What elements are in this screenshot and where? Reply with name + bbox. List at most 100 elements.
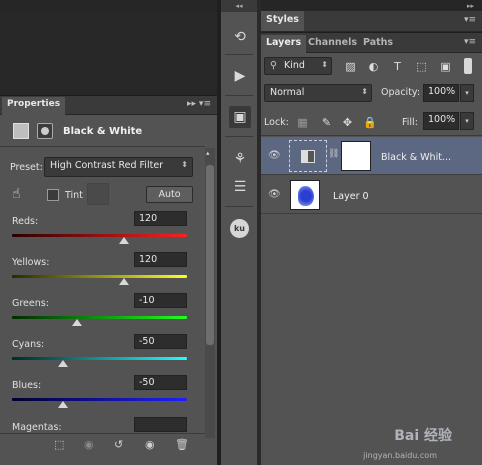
visibility-eye-icon[interactable]: ◉ [145, 438, 155, 451]
preset-select[interactable]: High Contrast Red Filter ⬍ [44, 157, 193, 177]
trash-icon[interactable]: 🗑 [175, 438, 189, 451]
blend-mode-select[interactable]: Normal ⬍ [264, 84, 372, 102]
styles-collapse-icon[interactable]: ▸▸ [467, 2, 474, 10]
slider-value-field[interactable]: 120 [134, 211, 187, 226]
panel-icon-strip: ◂◂ ⟲ ▶ ▣ ⚘ ☰ ku [221, 0, 257, 465]
plugin-ku-icon[interactable]: ku [230, 219, 249, 238]
tab-properties[interactable]: Properties [2, 97, 66, 115]
layer-row[interactable]: 👁 ⛓ Black & Whit... [261, 137, 482, 175]
divider [0, 146, 205, 147]
fill-label: Fill: [402, 117, 418, 128]
tint-label: Tint [65, 190, 83, 201]
visibility-eye-icon[interactable]: 👁 [268, 189, 281, 200]
layer-thumbnail[interactable] [290, 180, 320, 210]
slider-thumb[interactable] [119, 237, 129, 244]
filter-pixel-icon[interactable]: ▨ [344, 60, 357, 73]
baidu-watermark-logo: Bai 经验 [394, 428, 452, 444]
properties-panel-icon[interactable]: ▣ [229, 106, 251, 128]
strip-divider [225, 136, 253, 137]
layer-mask-thumbnail[interactable] [341, 141, 371, 171]
slider-thumb[interactable] [57, 360, 68, 367]
slider-thumb[interactable] [57, 401, 68, 408]
lock-transparent-icon[interactable]: ▦ [296, 116, 309, 129]
preset-label: Preset: [10, 162, 43, 173]
strip-collapse-icon[interactable]: ◂◂ [221, 0, 257, 12]
preset-value: High Contrast Red Filter [50, 160, 164, 171]
brush-presets-icon[interactable]: ⚘ [229, 148, 251, 170]
targeted-adjustment-hand-icon[interactable]: ☝ [12, 186, 21, 202]
layers-panel: Layers Channels Paths ▾≡ ⚲ Kind ⬍ ▨ ◐ T … [261, 32, 482, 465]
tab-paths[interactable]: Paths [358, 35, 398, 53]
lock-position-icon[interactable]: ✥ [341, 116, 354, 129]
slider-track[interactable] [12, 398, 187, 401]
adjustment-thumbnail[interactable] [289, 140, 327, 172]
styles-menu-icon[interactable]: ▾≡ [464, 15, 476, 25]
chevron-down-icon: ⬍ [181, 160, 188, 169]
chain-link-icon[interactable]: ⛓ [328, 149, 339, 159]
adjustment-sliders-icon[interactable]: ☰ [229, 176, 251, 198]
history-icon[interactable]: ⟲ [229, 26, 251, 48]
auto-button[interactable]: Auto [146, 186, 193, 203]
slider-value-field[interactable] [134, 417, 187, 432]
view-previous-icon[interactable]: ◉ [84, 438, 94, 451]
blue-splash-image [298, 186, 314, 206]
lock-image-icon[interactable]: ✎ [320, 116, 333, 129]
layers-tab-bar: Layers Channels Paths ▾≡ [261, 33, 482, 53]
opacity-dropdown-icon[interactable]: ▾ [460, 84, 474, 102]
filter-shape-icon[interactable]: ⬚ [415, 60, 428, 73]
filter-type-icon[interactable]: T [391, 60, 404, 73]
adjustment-icon[interactable] [13, 123, 29, 139]
visibility-eye-icon[interactable]: 👁 [268, 150, 281, 161]
filter-kind-select[interactable]: ⚲ Kind ⬍ [264, 57, 332, 75]
opacity-field[interactable]: 100% [423, 84, 459, 102]
fill-field[interactable]: 100% [423, 112, 459, 130]
slider-value-field[interactable]: -10 [134, 293, 187, 308]
tab-layers[interactable]: Layers [261, 35, 307, 53]
styles-panel-header: Styles ▾≡ ▸▸ [261, 2, 482, 31]
lock-label: Lock: [264, 117, 289, 128]
lock-all-icon[interactable]: 🔒 [363, 116, 377, 129]
slider-value-field[interactable]: -50 [134, 334, 187, 349]
tint-color-swatch[interactable] [87, 183, 109, 205]
slider-track[interactable] [12, 234, 187, 237]
tab-channels[interactable]: Channels [303, 35, 362, 53]
strip-divider [225, 206, 253, 207]
clip-to-layer-icon[interactable]: ⬚ [54, 438, 64, 451]
slider-thumb[interactable] [119, 278, 129, 285]
slider-label: Cyans: [12, 339, 45, 350]
divider [261, 135, 482, 136]
search-icon: ⚲ [270, 60, 277, 71]
slider-value-field[interactable]: -50 [134, 375, 187, 390]
slider-track[interactable] [12, 275, 187, 278]
adjustment-title: Black & White [63, 126, 143, 137]
slider-label: Magentas: [12, 422, 62, 433]
properties-menu-icon[interactable]: ▸▸ ▾≡ [187, 99, 211, 109]
filter-toggle[interactable] [464, 58, 472, 74]
chevron-down-icon: ⬍ [321, 60, 328, 69]
layer-row[interactable]: 👁 Layer 0 [261, 176, 482, 214]
slider-thumb[interactable] [71, 319, 82, 326]
filter-adjustment-icon[interactable]: ◐ [367, 60, 380, 73]
layer-name: Black & Whit... [381, 152, 451, 163]
filter-smart-object-icon[interactable]: ▣ [439, 60, 452, 73]
reset-icon[interactable]: ↺ [114, 438, 123, 451]
scroll-up-icon[interactable]: ▴ [206, 149, 210, 157]
layers-menu-icon[interactable]: ▾≡ [464, 37, 476, 47]
slider-label: Blues: [12, 380, 42, 391]
tab-styles[interactable]: Styles [261, 11, 304, 31]
fill-dropdown-icon[interactable]: ▾ [460, 112, 474, 130]
mask-icon[interactable] [37, 123, 53, 139]
slider-value-field[interactable]: 120 [134, 252, 187, 267]
tint-checkbox[interactable] [47, 189, 59, 201]
baidu-watermark-url: jingyan.baidu.com [363, 451, 437, 460]
properties-tab-bar: Properties ▸▸ ▾≡ [0, 96, 217, 115]
black-white-adjustment-icon [301, 150, 315, 163]
strip-divider [225, 95, 253, 96]
properties-footer: ⬚ ◉ ↺ ◉ 🗑 [0, 433, 205, 456]
mask-circle-icon [41, 127, 49, 135]
slider-track[interactable] [12, 357, 187, 360]
scrollbar-thumb[interactable] [206, 165, 214, 345]
actions-play-icon[interactable]: ▶ [229, 65, 251, 87]
slider-track[interactable] [12, 316, 187, 319]
properties-scrollbar[interactable]: ▴ [205, 148, 215, 438]
